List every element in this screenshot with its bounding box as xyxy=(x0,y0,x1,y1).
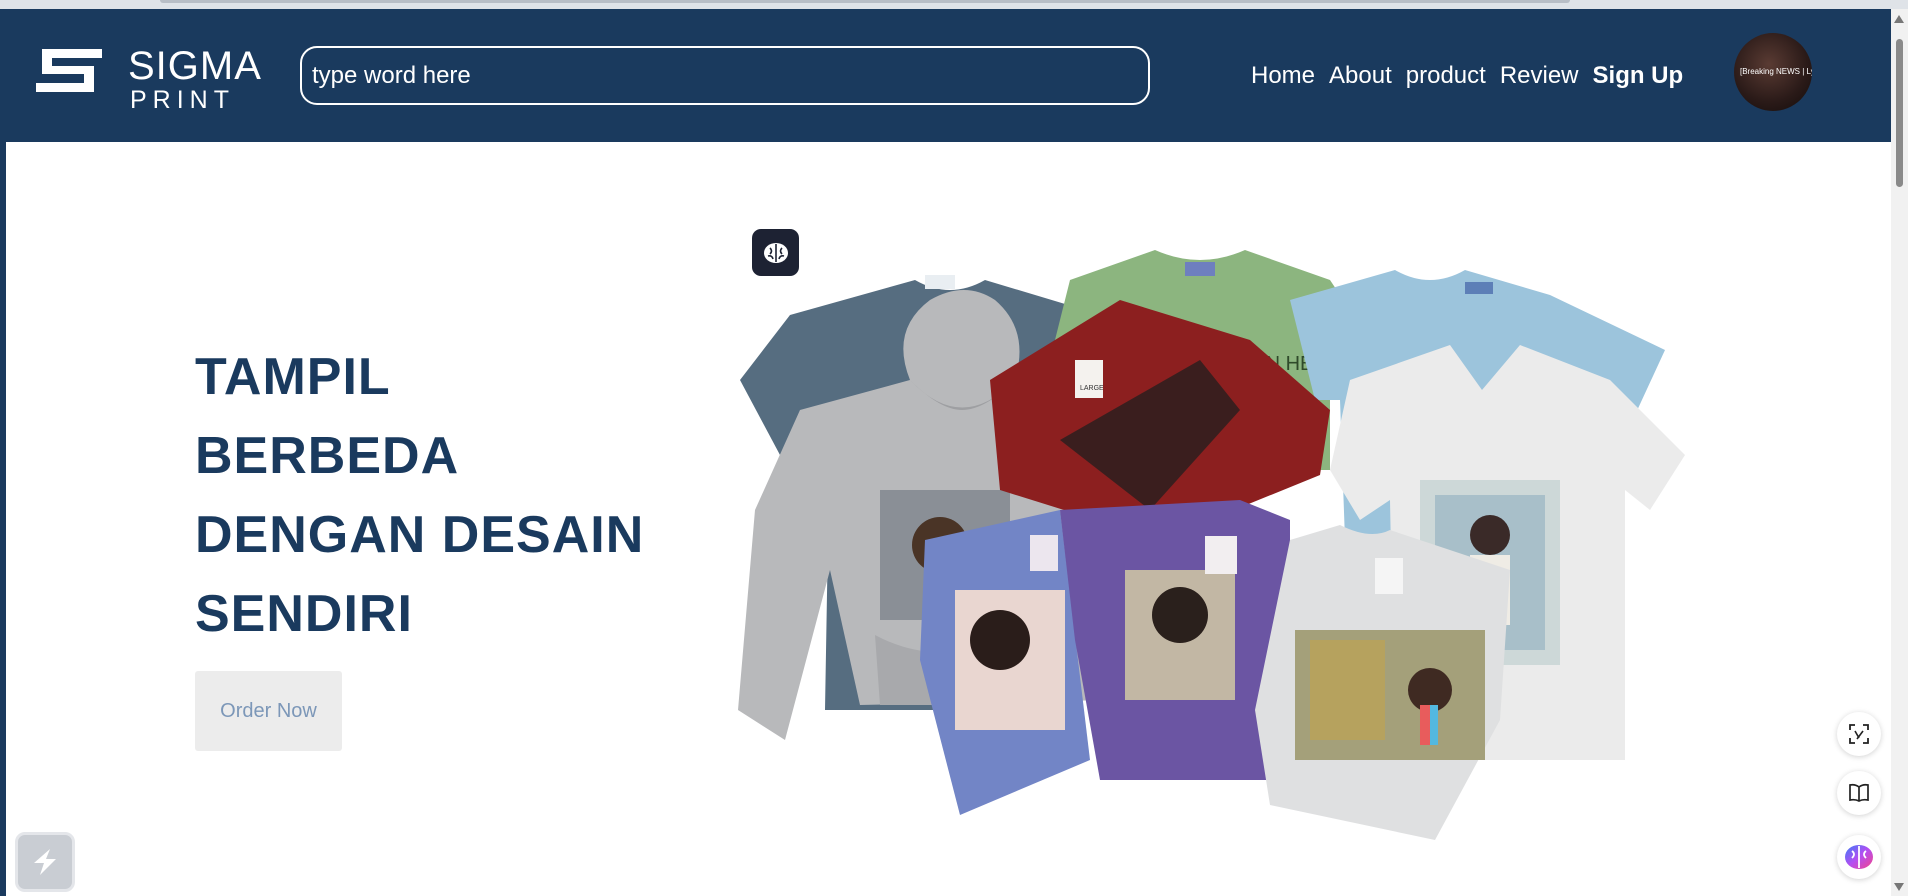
headline-line-3: DENGAN DESAIN xyxy=(195,506,645,564)
ai-brain-icon xyxy=(1845,845,1873,869)
headline-line-1: TAMPIL xyxy=(195,348,391,406)
scan-translate-button[interactable] xyxy=(1837,712,1881,756)
page-scrollbar[interactable] xyxy=(1891,9,1908,896)
headline-line-2: BERBEDA xyxy=(195,427,460,485)
bolt-logo-icon xyxy=(34,849,56,875)
hero-tshirts-image: YOUR DESIGN HE LARGE xyxy=(738,250,1685,840)
main-nav: Home About product Review Sign Up xyxy=(1251,61,1697,91)
nav-product[interactable]: product xyxy=(1406,61,1486,91)
search-bar xyxy=(300,46,1150,105)
user-avatar[interactable]: [Breaking NEWS | Lyrics] xyxy=(1734,33,1812,111)
nav-home[interactable]: Home xyxy=(1251,61,1315,91)
scroll-down-icon[interactable] xyxy=(1894,883,1904,891)
size-tag-text: LARGE xyxy=(1080,385,1104,392)
nav-about[interactable]: About xyxy=(1329,61,1392,91)
scroll-up-icon[interactable] xyxy=(1894,15,1904,23)
page: SIGMA PRINT Home About product Review Si… xyxy=(0,0,1908,896)
scan-translate-icon xyxy=(1849,724,1869,744)
site-header: SIGMA PRINT Home About product Review Si… xyxy=(6,9,1891,142)
brain-badge[interactable] xyxy=(752,229,799,276)
logo-text-secondary: PRINT xyxy=(130,86,235,114)
purple-folded-tshirt xyxy=(1060,500,1290,780)
ai-assistant-button[interactable] xyxy=(1837,835,1881,879)
nav-sign-up[interactable]: Sign Up xyxy=(1593,61,1684,91)
scrollbar-thumb[interactable] xyxy=(1896,39,1903,187)
order-now-button[interactable]: Order Now xyxy=(195,671,342,751)
search-input[interactable] xyxy=(302,48,1148,103)
headline-line-4: SENDIRI xyxy=(195,585,413,643)
sigma-logo-icon xyxy=(36,49,102,92)
extension-widget[interactable] xyxy=(15,832,75,892)
window-edge xyxy=(0,9,6,896)
browser-tab-strip xyxy=(0,0,1908,9)
brain-icon xyxy=(763,242,788,263)
blue-folded-tshirt xyxy=(920,510,1090,815)
site-logo[interactable]: SIGMA PRINT xyxy=(36,43,266,113)
avatar-caption: [Breaking NEWS | Lyrics] xyxy=(1740,67,1812,76)
browser-address-pill[interactable] xyxy=(160,0,1570,3)
hero-headline: TAMPIL BERBEDA DENGAN DESAIN SENDIRI xyxy=(195,338,695,654)
book-icon xyxy=(1849,783,1869,802)
white-folded-tshirt xyxy=(1255,525,1510,840)
nav-review[interactable]: Review xyxy=(1500,61,1579,91)
logo-text-primary: SIGMA xyxy=(128,44,262,88)
reader-button[interactable] xyxy=(1837,771,1881,815)
